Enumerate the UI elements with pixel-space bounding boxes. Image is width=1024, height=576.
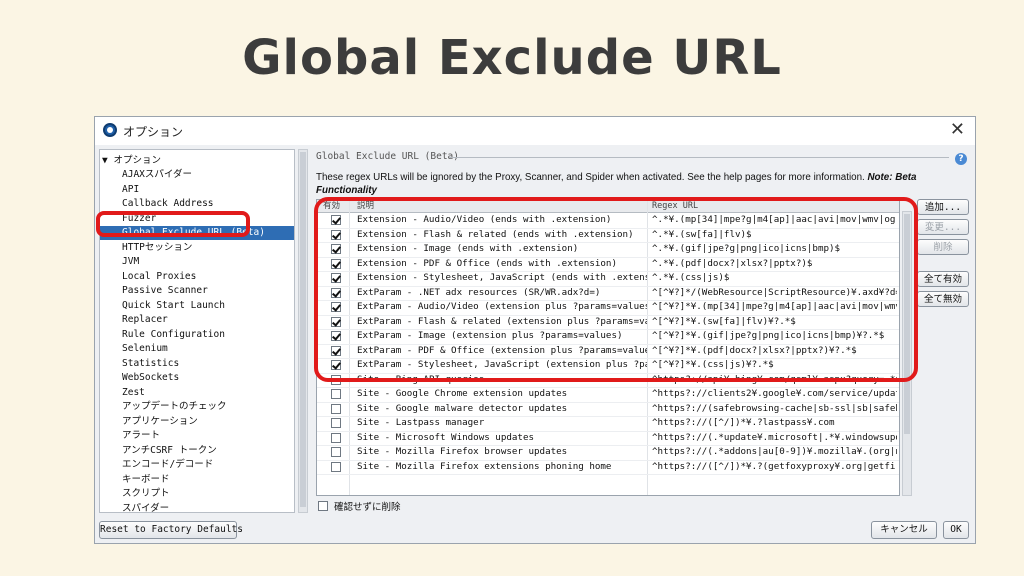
section-title: Global Exclude URL (Beta) <box>316 151 459 162</box>
tree-item[interactable]: スパイダー <box>122 502 169 513</box>
add-button[interactable]: 追加... <box>917 199 969 215</box>
tree-item[interactable]: キーボード <box>122 473 170 487</box>
row-enabled-checkbox[interactable] <box>331 418 341 428</box>
table-row[interactable]: Site - Google malware detector updates ^h… <box>317 402 899 417</box>
row-description: Site - Lastpass manager <box>357 417 485 428</box>
tree-item[interactable]: Passive Scanner <box>122 284 208 298</box>
tree-root-options[interactable]: ▼ オプション <box>102 152 161 166</box>
row-enabled-checkbox[interactable] <box>331 432 341 443</box>
window-title: オプション <box>123 125 184 139</box>
tree-item[interactable]: WebSockets <box>122 371 179 385</box>
tree-item[interactable]: エンコード/デコード <box>122 458 213 472</box>
tree-item[interactable]: Statistics <box>122 357 179 371</box>
row-description: Site - Microsoft Windows updates <box>357 431 535 443</box>
section-divider <box>449 157 949 158</box>
cancel-button[interactable]: キャンセル <box>871 521 937 539</box>
edit-button[interactable]: 変更... <box>917 219 969 235</box>
tree-item[interactable]: Replacer <box>122 313 168 327</box>
table-row[interactable]: Site - Lastpass manager ^https?://([^/])*… <box>317 416 899 432</box>
reset-factory-defaults-button[interactable]: Reset to Factory Defaults <box>99 521 243 539</box>
help-icon[interactable]: ? <box>955 153 967 165</box>
row-description: Site - Mozilla Firefox extensions phonin… <box>357 460 612 472</box>
tree-item[interactable]: Selenium <box>122 342 168 356</box>
tree-scrollbar[interactable] <box>298 149 308 513</box>
row-description: Site - Google Chrome extension updates <box>357 388 568 399</box>
row-regex: ^https?://(safebrowsing-cache|sb-ssl|sb|… <box>652 402 897 414</box>
tree-item[interactable]: アラート <box>122 429 160 443</box>
row-enabled-checkbox[interactable] <box>331 403 341 414</box>
confirm-remove-checkbox[interactable] <box>318 501 328 511</box>
enable-all-button[interactable]: 全て有効 <box>917 271 969 287</box>
tree-item[interactable]: Callback Address <box>122 197 214 211</box>
tree-item[interactable]: スクリプト <box>122 487 170 501</box>
row-regex: ^https?://([^/])*¥.?(getfoxyproxy¥.org|g… <box>652 460 897 472</box>
row-enabled-checkbox[interactable] <box>331 447 341 457</box>
table-row[interactable]: Site - Google Chrome extension updates ^h… <box>317 387 899 403</box>
tree-item[interactable]: アップデートのチェック <box>122 400 227 414</box>
zap-app-icon <box>103 123 117 137</box>
highlight-selected-option <box>96 211 250 237</box>
tree-item[interactable]: アプリケーション <box>122 415 198 429</box>
tree-item[interactable]: Rule Configuration <box>122 328 225 342</box>
row-regex: ^https?://([^/])*¥.?lastpass¥.com <box>652 417 835 428</box>
remove-button[interactable]: 削除 <box>917 239 969 255</box>
row-regex: ^https?://clients2¥.google¥.com/service/… <box>652 388 897 399</box>
tree-item[interactable]: Local Proxies <box>122 270 196 284</box>
confirm-remove-label: 確認せずに削除 <box>334 502 401 513</box>
tree-item[interactable]: API <box>122 183 139 197</box>
row-enabled-checkbox[interactable] <box>331 461 341 472</box>
slide-title: Global Exclude URL <box>242 30 782 86</box>
row-regex: ^https?://(.*addons|au[0-9])¥.mozilla¥.(… <box>652 446 897 457</box>
title-bar: オプション ✕ <box>95 117 975 145</box>
options-tree: ▼ オプション AJAXスパイダー API Callback Address Fuzz… <box>99 149 295 513</box>
table-row[interactable]: Site - Microsoft Windows updates ^https?:… <box>317 431 899 446</box>
tree-item[interactable]: Quick Start Launch <box>122 299 225 313</box>
panel-description: These regex URLs will be ignored by the … <box>316 171 936 197</box>
row-description: Site - Google malware detector updates <box>357 402 568 414</box>
tree-item[interactable]: HTTPセッション <box>122 241 192 255</box>
ok-button[interactable]: OK <box>943 521 969 539</box>
highlight-default-rules <box>314 197 918 382</box>
row-description: Site - Mozilla Firefox browser updates <box>357 446 568 457</box>
close-icon[interactable]: ✕ <box>950 121 965 139</box>
tree-item[interactable]: Zest <box>122 386 145 400</box>
row-enabled-checkbox[interactable] <box>331 389 341 399</box>
tree-item[interactable]: アンチCSRF トークン <box>122 444 217 458</box>
table-row[interactable]: Site - Mozilla Firefox extensions phonin… <box>317 460 899 475</box>
disable-all-button[interactable]: 全て無効 <box>917 291 969 307</box>
tree-item[interactable]: AJAXスパイダー <box>122 168 192 182</box>
tree-scrollbar-thumb[interactable] <box>300 152 306 507</box>
table-row[interactable]: Site - Mozilla Firefox browser updates ^h… <box>317 445 899 461</box>
description-text: These regex URLs will be ignored by the … <box>316 172 865 183</box>
tree-item[interactable]: JVM <box>122 255 139 269</box>
row-regex: ^https?://(.*update¥.microsoft|.*¥.windo… <box>652 431 897 443</box>
